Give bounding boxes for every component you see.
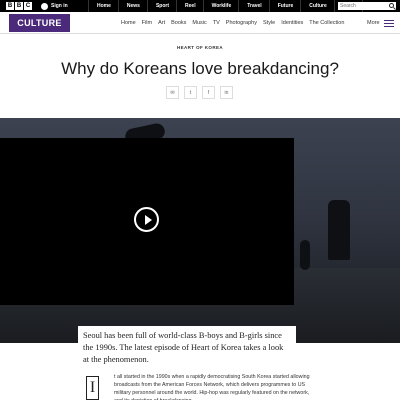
search-input[interactable] xyxy=(338,2,386,10)
facebook-share-icon[interactable]: f xyxy=(202,86,215,99)
global-nav-travel[interactable]: Travel xyxy=(239,0,270,12)
article-intro: Seoul has been full of world-class B-boy… xyxy=(78,326,296,366)
global-header: B B C Sign in Home News Sport Reel Workl… xyxy=(0,0,400,12)
section-more-label: More xyxy=(367,20,380,26)
linkedin-share-icon[interactable]: in xyxy=(220,86,233,99)
share-bar: ✉ t f in xyxy=(166,86,233,99)
global-nav: Home News Sport Reel Worklife Travel Fut… xyxy=(89,0,373,12)
signin-label: Sign in xyxy=(51,3,68,9)
bbc-logo-letter: B xyxy=(15,2,23,10)
article-kicker[interactable]: HEART OF KOREA xyxy=(0,45,400,50)
search-box[interactable] xyxy=(338,2,396,10)
section-nav-tv[interactable]: TV xyxy=(213,20,220,26)
section-nav: Home Film Art Books Music TV Photography… xyxy=(121,12,344,34)
section-nav-music[interactable]: Music xyxy=(192,20,206,26)
signin-link[interactable]: Sign in xyxy=(41,2,68,10)
play-icon[interactable] xyxy=(134,207,159,232)
section-header: CULTURE Home Film Art Books Music TV Pho… xyxy=(0,12,400,34)
global-nav-reel[interactable]: Reel xyxy=(177,0,204,12)
user-icon xyxy=(41,2,48,10)
global-nav-worklife[interactable]: Worklife xyxy=(204,0,240,12)
culture-logo[interactable]: CULTURE xyxy=(9,14,70,32)
global-nav-sport[interactable]: Sport xyxy=(148,0,178,12)
search-icon[interactable] xyxy=(389,3,394,8)
section-nav-home[interactable]: Home xyxy=(121,20,136,26)
section-nav-books[interactable]: Books xyxy=(171,20,186,26)
section-nav-style[interactable]: Style xyxy=(263,20,275,26)
article-headline: Why do Koreans love breakdancing? xyxy=(61,59,339,78)
email-share-icon[interactable]: ✉ xyxy=(166,86,179,99)
article-body: t all started in the 1990s when a rapidl… xyxy=(114,374,310,400)
bbc-logo[interactable]: B B C xyxy=(6,2,32,10)
hero-dancer-figure xyxy=(328,200,350,260)
global-nav-culture[interactable]: Culture xyxy=(301,0,335,12)
twitter-share-icon[interactable]: t xyxy=(184,86,197,99)
hamburger-menu-icon xyxy=(383,19,394,27)
section-nav-film[interactable]: Film xyxy=(142,20,152,26)
section-nav-identities[interactable]: Identities xyxy=(281,20,303,26)
global-nav-home[interactable]: Home xyxy=(89,0,119,12)
section-nav-the-collection[interactable]: The Collection xyxy=(309,20,344,26)
section-nav-art[interactable]: Art xyxy=(158,20,165,26)
section-nav-photography[interactable]: Photography xyxy=(226,20,257,26)
section-more-button[interactable]: More xyxy=(367,12,394,34)
drop-cap: I xyxy=(86,376,99,400)
bbc-logo-letter: B xyxy=(6,2,14,10)
bbc-logo-letter: C xyxy=(24,2,32,10)
hero-dancer-figure xyxy=(300,240,310,270)
global-nav-news[interactable]: News xyxy=(119,0,148,12)
global-nav-future[interactable]: Future xyxy=(270,0,302,12)
